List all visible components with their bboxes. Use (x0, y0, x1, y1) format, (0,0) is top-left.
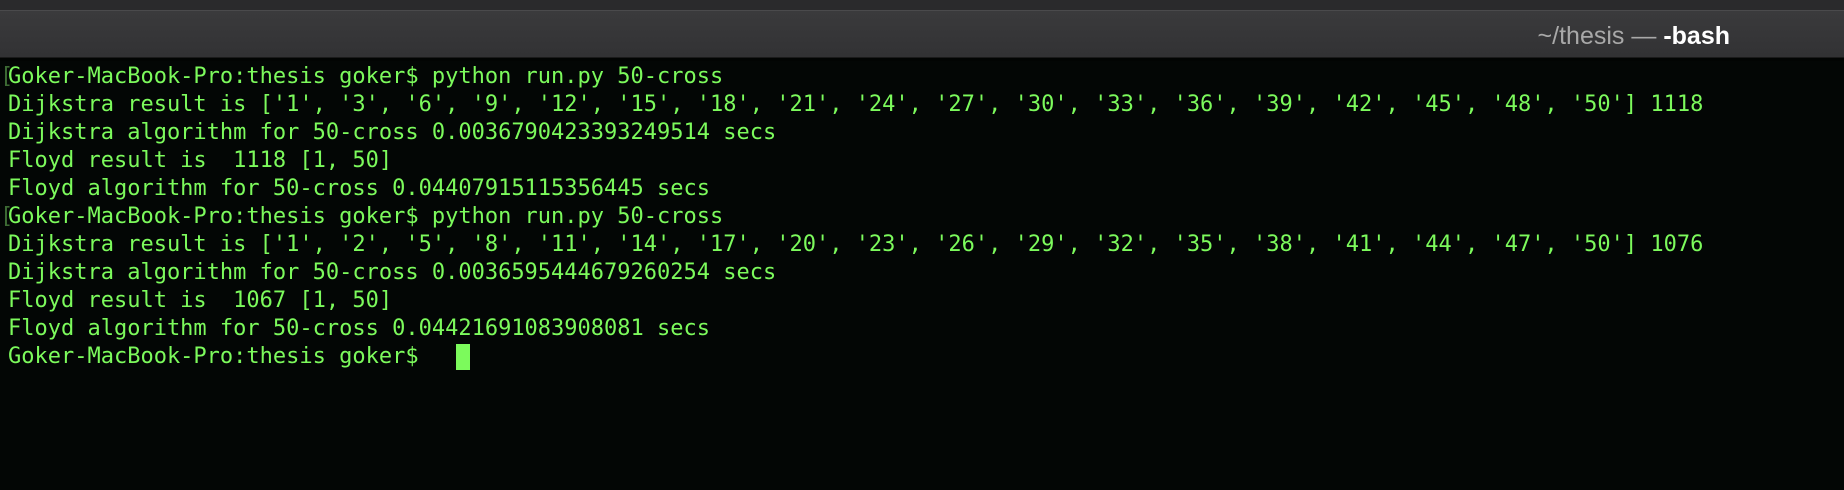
window-top-edge (0, 0, 1844, 10)
terminal-line-output: Dijkstra result is ['1', '3', '6', '9', … (8, 92, 1704, 117)
terminal-line-output: Dijkstra algorithm for 50-cross 0.003659… (8, 260, 777, 285)
terminal-line-prompt: Goker-MacBook-Pro:thesis goker$ python r… (8, 64, 724, 89)
window-title: ~/thesis — -bash (1538, 22, 1730, 50)
title-process: -bash (1663, 22, 1730, 50)
title-bar[interactable]: ~/thesis — -bash (0, 11, 1844, 58)
prompt-mark-icon: [ (0, 204, 14, 229)
text-cursor (456, 344, 470, 370)
title-path: ~/thesis (1537, 22, 1625, 50)
terminal-line-output: Floyd algorithm for 50-cross 0.044216910… (8, 316, 710, 341)
prompt-mark-icon: [ (0, 64, 14, 89)
terminal-line-output: Floyd result is 1118 [1, 50] (8, 148, 393, 173)
terminal-line-output: Dijkstra result is ['1', '2', '5', '8', … (8, 232, 1704, 257)
terminal-line-current-prompt[interactable]: Goker-MacBook-Pro:thesis goker$ (8, 343, 432, 371)
terminal-line-output: Floyd algorithm for 50-cross 0.044079151… (8, 176, 710, 201)
terminal-line-output: Floyd result is 1067 [1, 50] (8, 288, 393, 313)
terminal-window: ~/thesis — -bash [ Goker-MacBook-Pro:the… (0, 0, 1844, 490)
terminal-content[interactable]: [ Goker-MacBook-Pro:thesis goker$ python… (0, 61, 1844, 490)
title-separator: — (1624, 22, 1664, 50)
terminal-line-output: Dijkstra algorithm for 50-cross 0.003679… (8, 120, 777, 145)
terminal-line-prompt: Goker-MacBook-Pro:thesis goker$ python r… (8, 204, 724, 229)
